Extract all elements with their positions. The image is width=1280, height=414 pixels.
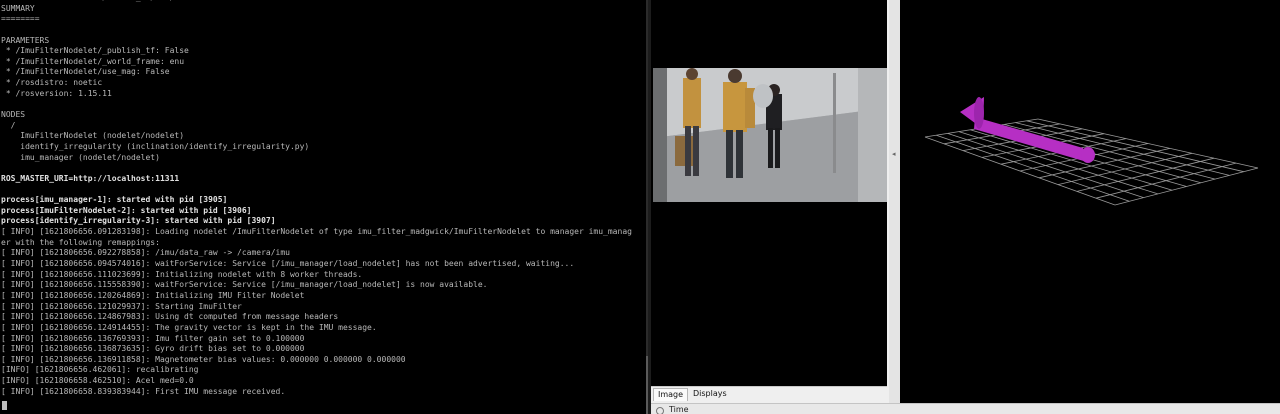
time-panel: Time	[651, 403, 1280, 414]
terminal-line: * /ImuFilterNodelet/_world_frame: enu	[1, 56, 185, 66]
camera-image	[653, 68, 887, 202]
arrow-head-base	[974, 97, 984, 129]
terminal-line: [ INFO] [1621806656.091283198]: Loading …	[1, 227, 632, 237]
terminal-window[interactable]: ~/catkin_ws/src/...SUMMARY========PARAME…	[0, 0, 648, 414]
grid-line	[1095, 162, 1237, 199]
terminal-line: [ INFO] [1621806656.092278858]: /imu/dat…	[1, 248, 290, 258]
terminal-line: [ INFO] [1621806656.124914455]: The grav…	[1, 322, 377, 332]
terminal-line: process[imu_manager-1]: started with pid…	[1, 195, 228, 205]
grid-line	[1037, 118, 1259, 169]
terminal-line: ImuFilterNodelet (nodelet/nodelet)	[1, 131, 185, 141]
terminal-line: process[identify_irregularity-3]: starte…	[1, 216, 276, 226]
terminal-line: [ INFO] [1621806656.124867983]: Using dt…	[1, 312, 339, 322]
panel-splitter[interactable]	[889, 0, 900, 414]
terminal-line: SUMMARY	[1, 3, 35, 13]
terminal-line: process[ImuFilterNodelet-2]: started wit…	[1, 205, 252, 215]
terminal-line: ========	[1, 14, 40, 24]
terminal-line: NODES	[1, 110, 26, 120]
terminal-line: [ INFO] [1621806656.115558390]: waitForS…	[1, 280, 488, 290]
terminal-line: identify_irregularity (inclination/ident…	[1, 141, 310, 151]
3d-viewport[interactable]	[900, 0, 1280, 414]
terminal-line: [ INFO] [1621806656.136911858]: Magnetom…	[1, 354, 406, 364]
time-label: Time	[669, 405, 689, 414]
terminal-line: * /ImuFilterNodelet/use_mag: False	[1, 67, 170, 77]
terminal-line: [ INFO] [1621806656.094574016]: waitForS…	[1, 259, 575, 269]
terminal-line: * /rosdistro: noetic	[1, 78, 103, 88]
terminal-line: [ INFO] [1621806656.121029937]: Starting…	[1, 301, 242, 311]
terminal-line: [INFO] [1621806658.462510]: Acel med=0.0	[1, 376, 194, 386]
terminal-line: [ INFO] [1621806658.839383944]: First IM…	[1, 386, 286, 396]
terminal-line: [ INFO] [1621806656.136873635]: Gyro dri…	[1, 344, 305, 354]
arrow-cap	[1081, 147, 1095, 163]
3d-scene	[924, 97, 1259, 206]
terminal-line: ROS_MASTER_URI=http://localhost:11311	[1, 173, 180, 183]
terminal-line: imu_manager (nodelet/nodelet)	[1, 152, 160, 162]
splitter-handle-icon[interactable]: ◂	[892, 150, 896, 162]
terminal-line: er with the following remappings:	[1, 237, 160, 247]
terminal-line: [ INFO] [1621806656.136769393]: Imu filt…	[1, 333, 305, 343]
terminal-line: /	[1, 120, 16, 130]
terminal-cursor	[2, 401, 7, 410]
clock-icon	[656, 407, 664, 414]
panel-tab-bar: Image Displays	[651, 386, 887, 401]
terminal-line: * /rosversion: 1.15.11	[1, 88, 112, 98]
terminal-line: [ INFO] [1621806656.111023699]: Initiali…	[1, 269, 363, 279]
arrow-shaft	[974, 117, 1087, 162]
terminal-line: [ INFO] [1621806656.120264869]: Initiali…	[1, 290, 305, 300]
image-panel	[651, 0, 887, 386]
terminal-line: PARAMETERS	[1, 35, 50, 45]
grid-line	[1114, 167, 1259, 206]
ground-grid	[924, 118, 1259, 206]
tab-image[interactable]: Image	[653, 388, 689, 401]
terminal-output: ~/catkin_ws/src/...SUMMARY========PARAME…	[1, 0, 646, 397]
terminal-line: * /ImuFilterNodelet/_publish_tf: False	[1, 46, 189, 56]
tab-displays[interactable]: Displays	[689, 388, 731, 400]
rviz-window: Image Displays ◂ Time	[651, 0, 1280, 414]
terminal-line: [INFO] [1621806656.462061]: recalibratin…	[1, 365, 199, 375]
